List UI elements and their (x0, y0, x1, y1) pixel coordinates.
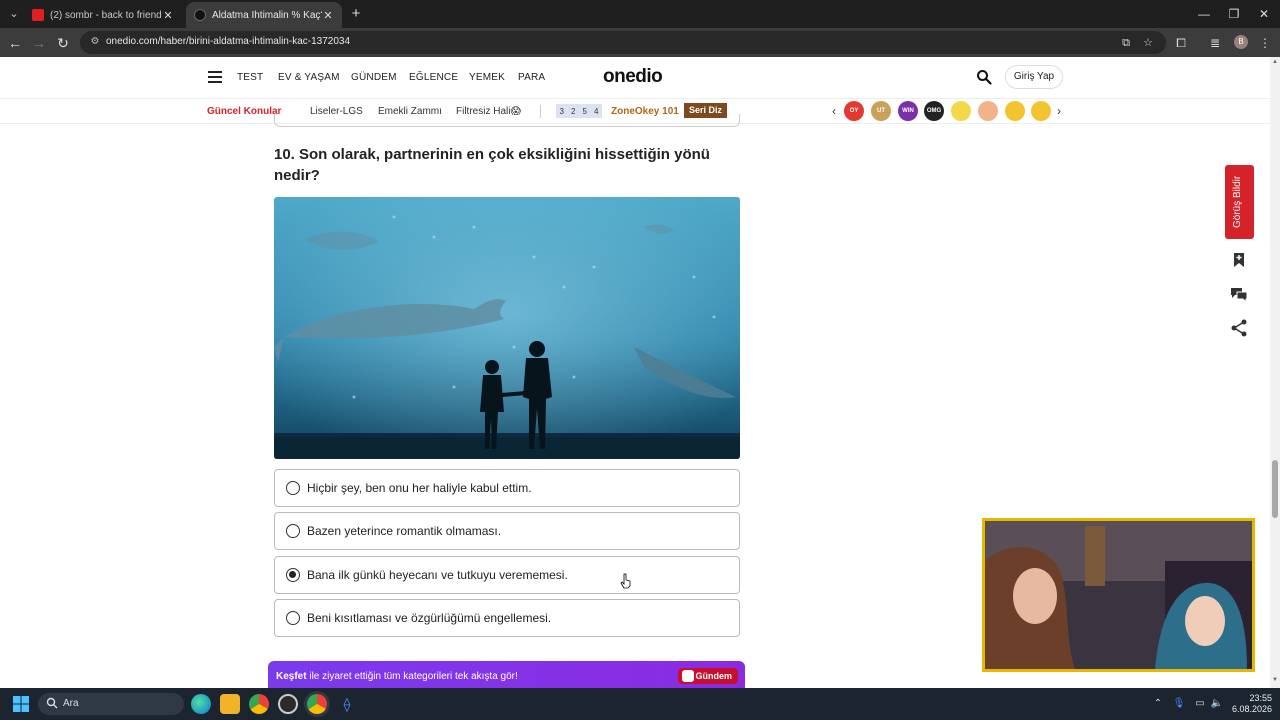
webcam-overlay (982, 518, 1255, 672)
menu-hamburger-icon[interactable] (208, 71, 222, 83)
search-icon (46, 697, 58, 709)
reload-button[interactable]: ↻ (52, 32, 74, 54)
gundem-button[interactable]: Gündem (678, 668, 738, 684)
radio-button-selected[interactable] (286, 568, 300, 582)
gundem-logo-icon (682, 670, 694, 682)
reaction-omg-icon[interactable]: OMG (924, 101, 944, 121)
answer-option-2[interactable]: Bazen yeterince romantik olmaması. (274, 512, 740, 550)
option-label: Bana ilk günkü heyecanı ve tutkuyu verem… (307, 568, 568, 582)
bookmark-icon[interactable] (1228, 249, 1250, 271)
answer-option-4[interactable]: Beni kısıtlaması ve özgürlüğümü engellem… (274, 599, 740, 637)
onedio-logo[interactable]: onedio (603, 66, 663, 88)
site-info-icon[interactable]: ⚙ (88, 35, 102, 49)
page-scrollbar[interactable]: ▲ ▼ (1270, 57, 1280, 688)
answer-option-3[interactable]: Bana ilk günkü heyecanı ve tutkuyu verem… (274, 556, 740, 594)
taskbar-search-placeholder: Ara (63, 698, 79, 709)
onedio-favicon-icon (194, 9, 206, 21)
install-app-icon[interactable]: ⧉ (1118, 35, 1134, 51)
reaction-sad-icon[interactable] (1031, 101, 1051, 121)
browser-tab-onedio[interactable]: Aldatma İhtimalin % Kaç? - One ✕ (186, 2, 342, 28)
hand-cursor-icon (620, 573, 631, 589)
share-icon[interactable] (1228, 317, 1250, 339)
volume-icon[interactable]: 🔈 (1210, 697, 1224, 711)
discover-text: Keşfet ile ziyaret ettiğin tüm kategoril… (276, 671, 518, 682)
browser-tab-bar: ⌄ (2) sombr - back to friends (offi ✕ Al… (0, 0, 1280, 28)
radio-button[interactable] (286, 611, 300, 625)
nav-para[interactable]: PARA (518, 72, 545, 83)
reaction-ut-icon[interactable]: UT (871, 101, 891, 121)
address-bar[interactable]: ⚙ onedio.com/haber/birini-aldatma-ihtima… (80, 31, 1166, 54)
chrome-icon[interactable] (249, 694, 269, 714)
reaction-brain-icon[interactable] (978, 101, 998, 121)
site-header: TEST EV & YAŞAM GÜNDEM EĞLENCE YEMEK PAR… (0, 57, 1270, 99)
aquarium-couple-image (274, 197, 740, 459)
option-label: Hiçbir şey, ben onu her haliyle kabul et… (307, 481, 532, 495)
taskbar-search[interactable]: Ara (38, 693, 184, 715)
browser-toolbar: ← → ↻ ⚙ onedio.com/haber/birini-aldatma-… (0, 28, 1280, 57)
browser-menu-icon[interactable]: ⋮ (1256, 34, 1274, 52)
login-button[interactable]: Giriş Yap (1005, 65, 1063, 89)
tray-chevron-icon[interactable]: ⌃ (1151, 697, 1165, 711)
file-explorer-icon[interactable] (220, 694, 240, 714)
tab-title: (2) sombr - back to friends (offi (50, 9, 162, 21)
reactions-prev-icon[interactable]: ‹ (832, 104, 836, 118)
option-label: Beni kısıtlaması ve özgürlüğümü engellem… (307, 611, 552, 625)
network-icon[interactable]: ▭ (1193, 697, 1207, 711)
nav-ev-yasam[interactable]: EV & YAŞAM (278, 72, 340, 83)
reaction-win-icon[interactable]: WIN (898, 101, 918, 121)
profile-avatar[interactable]: B (1234, 35, 1248, 49)
back-button[interactable]: ← (4, 32, 26, 54)
reaction-oy-icon[interactable]: OY (844, 101, 864, 121)
url-text[interactable]: onedio.com/haber/birini-aldatma-ihtimali… (106, 36, 350, 47)
close-window-button[interactable]: ✕ (1246, 4, 1280, 24)
forward-button[interactable]: → (28, 32, 50, 54)
option-label: Bazen yeterince romantik olmaması. (307, 524, 502, 538)
taskbar-clock[interactable]: 23:55 6.08.2026 (1228, 693, 1272, 715)
question-title: 10. Son olarak, partnerinin en çok eksik… (274, 146, 710, 184)
bookmark-star-icon[interactable]: ☆ (1140, 35, 1156, 51)
chrome-active-icon[interactable] (307, 694, 327, 714)
search-icon[interactable] (976, 69, 992, 85)
radio-button[interactable] (286, 524, 300, 538)
close-tab-icon[interactable]: ✕ (322, 9, 334, 22)
radio-button[interactable] (286, 481, 300, 495)
clock-date: 6.08.2026 (1231, 704, 1272, 714)
previous-option-box (274, 114, 740, 127)
discover-rest: ile ziyaret ettiğin tüm kategorileri tek… (306, 671, 518, 682)
browser-tab-youtube[interactable]: (2) sombr - back to friends (offi ✕ (24, 2, 182, 28)
reaction-love-icon[interactable] (1005, 101, 1025, 121)
clock-time: 23:55 (1249, 693, 1272, 703)
obs-icon[interactable] (278, 694, 298, 714)
scrollbar-thumb[interactable] (1272, 460, 1278, 518)
comments-icon[interactable] (1228, 283, 1250, 305)
microphone-icon[interactable]: 🎙 (1172, 697, 1186, 711)
nav-yemek[interactable]: YEMEK (469, 72, 505, 83)
youtube-favicon-icon (32, 9, 44, 21)
scroll-down-icon[interactable]: ▼ (1272, 677, 1278, 683)
discover-bold: Keşfet (276, 671, 307, 682)
scroll-up-icon[interactable]: ▲ (1272, 59, 1278, 65)
new-tab-button[interactable]: + (346, 4, 366, 24)
windows-start-icon[interactable] (13, 696, 29, 712)
nav-test[interactable]: TEST (237, 72, 263, 83)
feedback-button[interactable]: Görüş Bildir (1225, 165, 1254, 239)
answer-option-1[interactable]: Hiçbir şey, ben onu her haliyle kabul et… (274, 469, 740, 507)
tab-title: Aldatma İhtimalin % Kaç? - One (212, 9, 322, 21)
windows-taskbar: Ara ⟠ ⌃ 🎙 ▭ 🔈 23:55 6.08.2026 (0, 688, 1280, 720)
gundem-label: Gündem (695, 671, 732, 681)
feedback-label: Görüş Bildir (1232, 175, 1243, 228)
edge-browser-icon[interactable] (191, 694, 211, 714)
reaction-glasses-icon[interactable] (951, 101, 971, 121)
nav-gundem[interactable]: GÜNDEM (351, 72, 397, 83)
extensions-icon[interactable]: ⧠ (1172, 34, 1190, 52)
nav-eglence[interactable]: EĞLENCE (409, 72, 458, 83)
tab-search-button[interactable]: ⌄ (4, 4, 24, 24)
app-shortcut-icon[interactable]: ⟠ (337, 694, 357, 714)
topics-heading[interactable]: Güncel Konular (207, 106, 281, 117)
media-control-icon[interactable]: ≣ (1206, 34, 1224, 52)
discover-banner[interactable]: Keşfet ile ziyaret ettiğin tüm kategoril… (268, 661, 745, 689)
reactions-next-icon[interactable]: › (1057, 104, 1061, 118)
close-tab-icon[interactable]: ✕ (162, 9, 174, 22)
